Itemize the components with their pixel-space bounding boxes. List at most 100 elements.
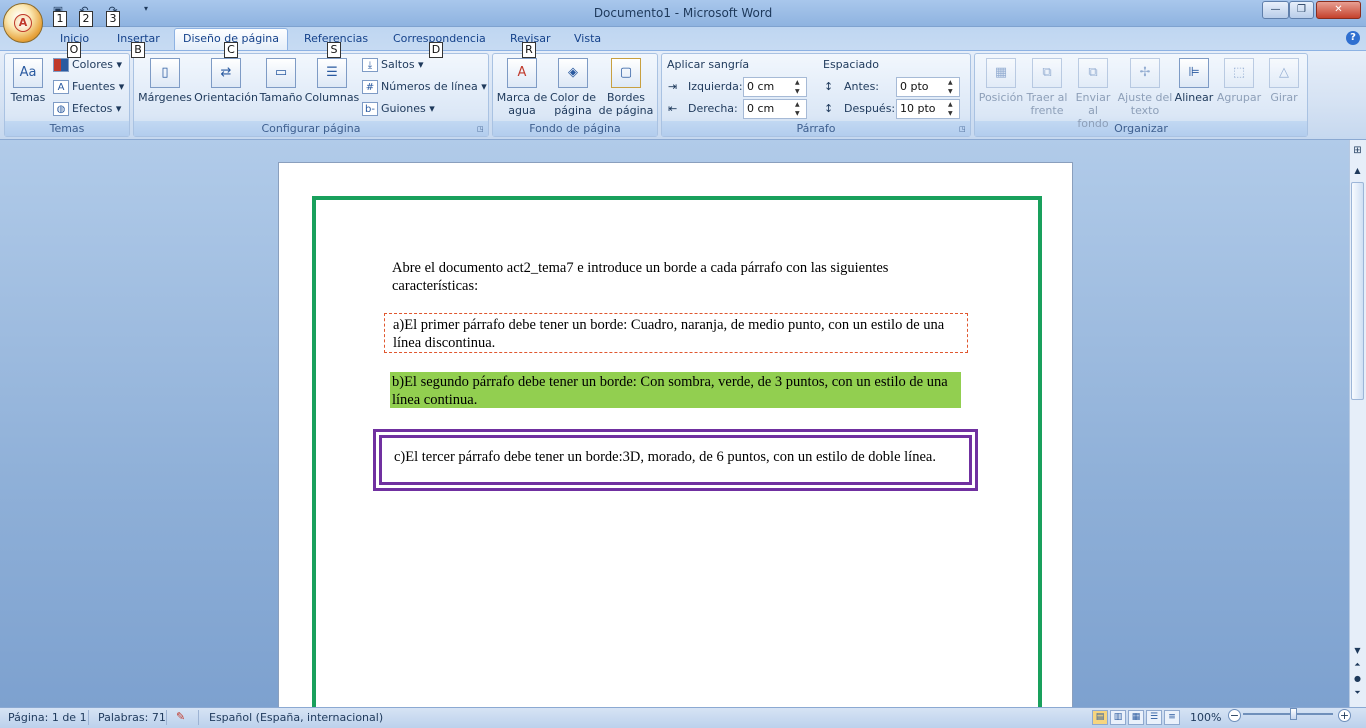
- line-numbers-icon: #: [362, 80, 378, 94]
- intro-paragraph[interactable]: Abre el documento act2_tema7 e introduce…: [392, 259, 952, 295]
- keytip-temas: O: [67, 42, 81, 58]
- bordes-label-2: de página: [598, 104, 654, 117]
- position-icon: ▦: [986, 58, 1016, 88]
- margenes-button[interactable]: ▯ Márgenes: [137, 58, 193, 104]
- efectos-button[interactable]: ◍ Efectos ▾: [53, 100, 121, 118]
- group-parrafo-label: Párrafo: [662, 121, 970, 136]
- despues-value: 10 pto: [900, 102, 936, 115]
- zoom-slider[interactable]: [1243, 713, 1333, 715]
- columnas-button[interactable]: ☰ Columnas: [304, 58, 360, 104]
- antes-value: 0 pto: [900, 80, 929, 93]
- proofing-icon[interactable]: ✎: [176, 710, 185, 723]
- spin-down-icon[interactable]: ▼: [795, 88, 805, 96]
- spin-down-icon[interactable]: ▼: [795, 110, 805, 118]
- bordes-label-1: Bordes: [606, 91, 646, 104]
- efectos-label: Efectos: [72, 102, 113, 115]
- enviar-al-fondo-button[interactable]: ⧉ Enviar al fondo: [1070, 58, 1116, 130]
- colores-button[interactable]: Colores ▾: [53, 56, 122, 74]
- previous-page-icon[interactable]: ⏶: [1351, 660, 1364, 670]
- browse-object-icon[interactable]: ●: [1351, 674, 1364, 683]
- close-button[interactable]: ✕: [1316, 1, 1361, 19]
- columnas-label: Columnas: [304, 91, 360, 104]
- keytip-configurar: B: [131, 42, 145, 58]
- antes-input[interactable]: 0 pto ▲ ▼: [896, 77, 960, 97]
- scrollbar-thumb[interactable]: [1351, 182, 1364, 400]
- ruler-toggle-icon[interactable]: ⊞: [1351, 145, 1364, 161]
- spin-up-icon[interactable]: ▲: [948, 79, 958, 87]
- spin-down-icon[interactable]: ▼: [948, 110, 958, 118]
- espaciado-label: Espaciado: [823, 58, 879, 71]
- antes-label: Antes:: [844, 80, 880, 93]
- color-de-pagina-button[interactable]: ◈ Color de página: [548, 58, 598, 117]
- tamano-button[interactable]: ▭ Tamaño: [259, 58, 303, 104]
- numeros-de-linea-button[interactable]: # Números de línea ▾: [362, 78, 487, 96]
- spin-down-icon[interactable]: ▼: [948, 88, 958, 96]
- paragraph-c[interactable]: c)El tercer párrafo debe tener un borde:…: [373, 429, 978, 491]
- keytip-qat-2: 2: [79, 11, 93, 27]
- effects-icon: ◍: [53, 102, 69, 116]
- bordes-de-pagina-button[interactable]: ▢ Bordes de página: [598, 58, 654, 117]
- keytip-qat-1: 1: [53, 11, 67, 27]
- despues-input[interactable]: 10 pto ▲ ▼: [896, 99, 960, 119]
- page-count[interactable]: Página: 1 de 1: [8, 711, 87, 724]
- zoom-slider-thumb[interactable]: [1290, 708, 1297, 720]
- full-screen-reading-icon[interactable]: ▥: [1110, 710, 1126, 725]
- next-page-icon[interactable]: ⏷: [1351, 688, 1364, 698]
- word-count[interactable]: Palabras: 71: [98, 711, 166, 724]
- spin-up-icon[interactable]: ▲: [795, 101, 805, 109]
- web-layout-icon[interactable]: ▦: [1128, 710, 1144, 725]
- size-icon: ▭: [266, 58, 296, 88]
- minimize-button[interactable]: —: [1262, 1, 1289, 19]
- parrafo-launcher-icon[interactable]: ◳: [959, 125, 968, 134]
- izquierda-input[interactable]: 0 cm ▲ ▼: [743, 77, 807, 97]
- alinear-label: Alinear: [1174, 91, 1214, 104]
- paragraph-b-text: b)El segundo párrafo debe tener un borde…: [392, 374, 948, 408]
- scroll-up-icon[interactable]: ▲: [1351, 166, 1364, 175]
- ajuste-label-1: Ajuste del: [1117, 91, 1173, 104]
- bring-front-icon: ⧉: [1032, 58, 1062, 88]
- tab-vista[interactable]: Vista: [574, 32, 601, 50]
- temas-button[interactable]: Aa Temas: [8, 58, 48, 104]
- customize-qat-icon[interactable]: ▾: [138, 4, 154, 18]
- zoom-out-icon[interactable]: −: [1228, 709, 1241, 722]
- spin-up-icon[interactable]: ▲: [795, 79, 805, 87]
- language[interactable]: Español (España, internacional): [209, 711, 383, 724]
- themes-icon: Aa: [13, 58, 43, 88]
- configurar-launcher-icon[interactable]: ◳: [477, 125, 486, 134]
- izquierda-label: Izquierda:: [688, 80, 743, 93]
- scroll-down-icon[interactable]: ▼: [1351, 646, 1364, 655]
- paragraph-a[interactable]: a)El primer párrafo debe tener un borde:…: [384, 313, 968, 353]
- group-icon: ⬚: [1224, 58, 1254, 88]
- zoom-in-icon[interactable]: +: [1338, 709, 1351, 722]
- derecha-input[interactable]: 0 cm ▲ ▼: [743, 99, 807, 119]
- marca-de-agua-button[interactable]: A Marca de agua: [496, 58, 548, 117]
- print-layout-view-icon[interactable]: ▤: [1092, 710, 1108, 725]
- group-fondo-label: Fondo de página: [493, 121, 657, 136]
- draft-view-icon[interactable]: ≡: [1164, 710, 1180, 725]
- agrupar-button[interactable]: ⬚ Agrupar: [1216, 58, 1262, 104]
- colores-label: Colores: [72, 58, 113, 71]
- group-temas-label: Temas: [5, 121, 129, 136]
- derecha-value: 0 cm: [747, 102, 775, 115]
- maximize-button[interactable]: ❐: [1289, 1, 1314, 19]
- ajuste-del-texto-button[interactable]: ✢ Ajuste del texto: [1116, 58, 1174, 117]
- help-icon[interactable]: ?: [1346, 31, 1360, 45]
- alinear-button[interactable]: ⊫ Alinear: [1174, 58, 1214, 104]
- window-title: Documento1 - Microsoft Word: [593, 6, 773, 20]
- traer-al-frente-button[interactable]: ⧉ Traer al frente: [1024, 58, 1070, 117]
- paragraph-c-inner-border: c)El tercer párrafo debe tener un borde:…: [379, 435, 972, 485]
- spin-up-icon[interactable]: ▲: [948, 101, 958, 109]
- orientacion-button[interactable]: ⇄ Orientación: [194, 58, 258, 104]
- outline-view-icon[interactable]: ☰: [1146, 710, 1162, 725]
- zoom-level[interactable]: 100%: [1190, 711, 1221, 724]
- paragraph-b[interactable]: b)El segundo párrafo debe tener un borde…: [390, 372, 961, 408]
- guiones-button[interactable]: b- Guiones ▾: [362, 100, 435, 118]
- saltos-label: Saltos: [381, 58, 415, 71]
- ajuste-label-2: texto: [1130, 104, 1160, 117]
- office-button[interactable]: A: [3, 3, 43, 43]
- status-separator: [198, 710, 199, 725]
- saltos-button[interactable]: ⤓ Saltos ▾: [362, 56, 424, 74]
- posicion-button[interactable]: ▦ Posición: [978, 58, 1024, 104]
- fuentes-button[interactable]: A Fuentes ▾: [53, 78, 124, 96]
- girar-button[interactable]: △ Girar: [1264, 58, 1304, 104]
